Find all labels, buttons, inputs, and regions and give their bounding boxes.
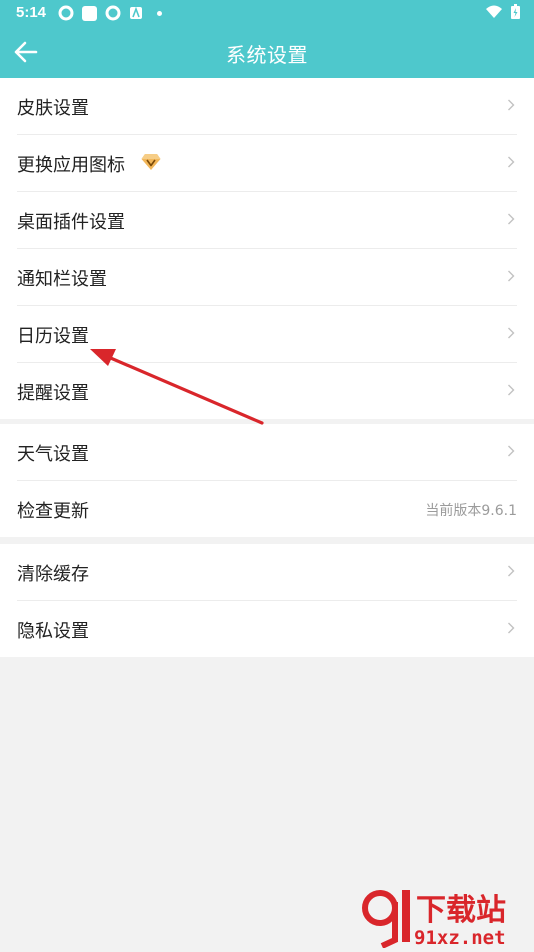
settings-item-label: 天气设置 (17, 444, 89, 465)
current-version-text: 当前版本9.6.1 (425, 503, 517, 519)
settings-item-reminder[interactable]: 提醒设置 (17, 363, 517, 419)
chevron-right-icon (508, 327, 515, 339)
square-notification-icon (82, 5, 97, 21)
settings-item-clear-cache[interactable]: 清除缓存 (17, 544, 517, 601)
wifi-icon (486, 5, 502, 18)
chevron-right-icon (508, 445, 515, 457)
notification-icons (58, 5, 162, 21)
settings-item-label: 更换应用图标 (17, 155, 125, 176)
chevron-right-icon (508, 156, 515, 168)
more-notifications-dot (157, 10, 162, 16)
settings-item-label: 通知栏设置 (17, 269, 107, 290)
chevron-right-icon (508, 270, 515, 282)
settings-item-label: 皮肤设置 (17, 98, 89, 119)
status-right-icons (485, 4, 520, 19)
chevron-right-icon (508, 384, 515, 396)
settings-item-privacy[interactable]: 隐私设置 (17, 601, 517, 657)
app-bar: 系统设置 (0, 26, 534, 78)
settings-item-app-icon[interactable]: 更换应用图标 (17, 135, 517, 192)
settings-item-label: 清除缓存 (17, 564, 89, 585)
watermark-logo-icon: 下载站 91xz.net (362, 890, 506, 949)
settings-group-2: 天气设置 检查更新 当前版本9.6.1 (0, 424, 534, 537)
chevron-right-icon (508, 99, 515, 111)
chevron-right-icon (508, 565, 515, 577)
battery-icon (511, 4, 520, 19)
chevron-right-icon (508, 622, 515, 634)
settings-group-1: 皮肤设置 更换应用图标 桌面插件设置 通知栏设置 日历设置 提醒设置 (0, 78, 534, 419)
watermark-logo: 下载站 91xz.net (360, 882, 530, 949)
settings-item-widget[interactable]: 桌面插件设置 (17, 192, 517, 249)
settings-group-3: 清除缓存 隐私设置 (0, 544, 534, 657)
settings-item-check-update[interactable]: 检查更新 当前版本9.6.1 (17, 481, 517, 537)
diamond-icon (141, 154, 161, 170)
status-bar: 5:14 (0, 0, 534, 26)
status-time: 5:14 (16, 4, 47, 21)
settings-item-label: 隐私设置 (17, 621, 89, 642)
watermark-brand: 下载站 (416, 893, 506, 928)
settings-item-label: 提醒设置 (17, 383, 89, 404)
chevron-right-icon (508, 213, 515, 225)
settings-item-skin[interactable]: 皮肤设置 (17, 78, 517, 135)
app-notification-icon (58, 5, 74, 21)
app-notification-icon (105, 5, 121, 21)
settings-item-label: 日历设置 (17, 326, 89, 347)
settings-item-weather[interactable]: 天气设置 (17, 424, 517, 481)
settings-item-label: 检查更新 (17, 501, 89, 522)
settings-item-label: 桌面插件设置 (17, 212, 125, 233)
settings-item-calendar[interactable]: 日历设置 (17, 306, 517, 363)
store-notification-icon (130, 6, 142, 19)
page-title: 系统设置 (226, 43, 308, 67)
settings-item-notification-bar[interactable]: 通知栏设置 (17, 249, 517, 306)
watermark-domain: 91xz.net (414, 927, 506, 948)
